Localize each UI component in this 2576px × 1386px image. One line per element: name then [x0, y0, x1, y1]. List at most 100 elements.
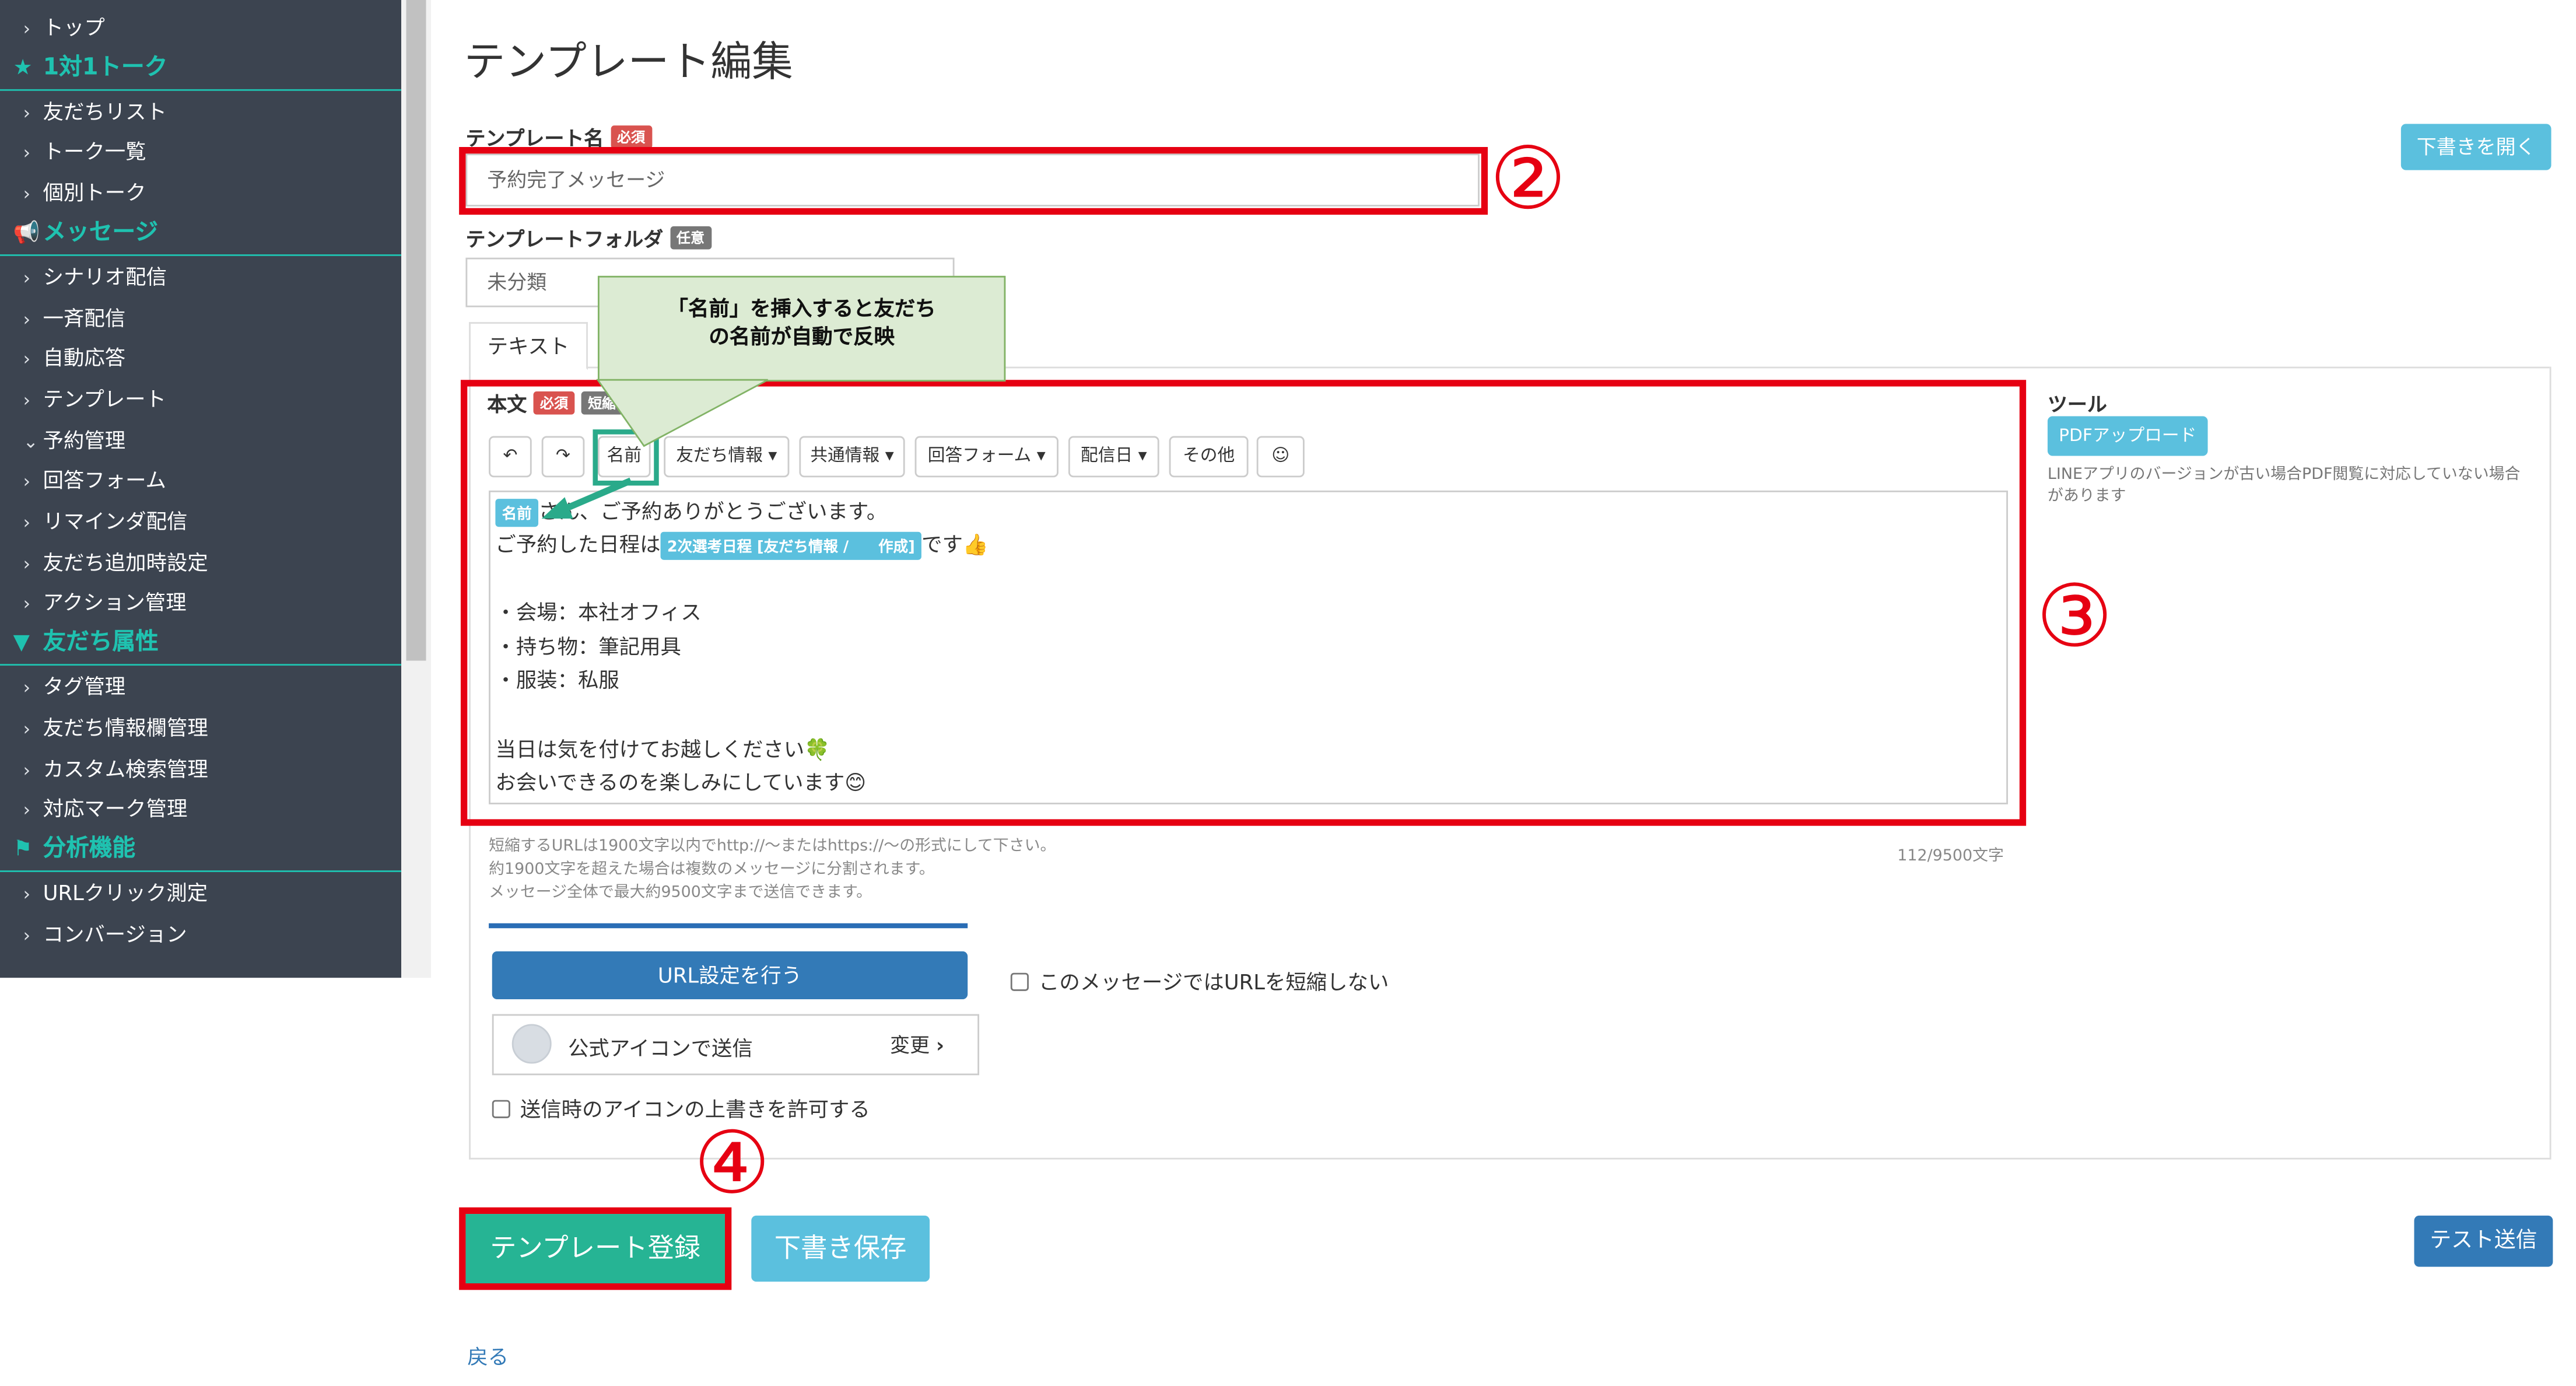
tab-text[interactable]: テキスト: [469, 322, 588, 370]
sidebar-section-label: 1対1トーク: [43, 54, 168, 80]
sidebar-section-1[interactable]: ★ 1対1トーク: [0, 44, 402, 90]
sidebar-item-label: 予約管理: [43, 427, 126, 452]
url-settings-button[interactable]: URL設定を行う: [492, 951, 968, 999]
open-draft-button[interactable]: 下書きを開く: [2400, 124, 2552, 170]
sidebar-item-label: アクション管理: [43, 590, 187, 615]
sidebar-scrollbar-thumb[interactable]: [406, 0, 426, 661]
chevron-right-icon: ›: [23, 883, 31, 905]
chevron-right-icon: ›: [935, 1034, 944, 1058]
allow-icon-override-option[interactable]: 送信時のアイコンの上書きを許可する: [492, 1092, 870, 1124]
sidebar-item-9[interactable]: › テンプレート: [0, 380, 401, 419]
sidebar-item-22[interactable]: › コンバージョン: [0, 914, 401, 954]
sidebar-section-15[interactable]: ▼ 友だち属性: [0, 620, 402, 666]
sidebar-item-10[interactable]: ⌄ 予約管理: [0, 421, 401, 460]
optional-badge: 任意: [670, 226, 712, 250]
note-1: 短縮するURLは1900文字以内でhttp://〜またはhttps://〜の形式…: [489, 837, 1056, 856]
sidebar-item-3[interactable]: › トーク一覧: [0, 133, 401, 173]
chevron-right-icon: ›: [23, 924, 31, 946]
chevron-right-icon: ›: [23, 102, 31, 124]
callout-tail: [596, 379, 769, 447]
avatar-icon: [511, 1024, 552, 1064]
sidebar-item-16[interactable]: › タグ管理: [0, 667, 401, 707]
chevron-right-icon: ›: [23, 759, 31, 780]
sidebar-item-4[interactable]: › 個別トーク: [0, 174, 401, 214]
register-template-button[interactable]: テンプレート登録: [465, 1214, 725, 1283]
required-badge: 必須: [610, 125, 652, 149]
marker-4: ④: [693, 1118, 771, 1213]
template-folder-label-text: テンプレートフォルダ: [465, 228, 664, 251]
tools-heading: ツール: [2047, 393, 2107, 416]
sidebar-item-label: リマインダ配信: [43, 509, 188, 534]
sidebar-item-label: トーク一覧: [43, 139, 146, 164]
sidebar-item-13[interactable]: › 友だち追加時設定: [0, 543, 401, 583]
no-shorten-label: このメッセージではURLを短縮しない: [1038, 970, 1389, 995]
pdf-upload-button[interactable]: PDFアップロード: [2047, 416, 2208, 456]
sidebar-item-6[interactable]: › シナリオ配信: [0, 257, 401, 297]
chevron-right-icon: ›: [23, 348, 31, 370]
test-send-button[interactable]: テスト送信: [2414, 1215, 2553, 1267]
sidebar-section-label: メッセージ: [43, 219, 159, 246]
sidebar-section-5[interactable]: 📢 メッセージ: [0, 209, 402, 256]
sidebar-item-label: テンプレート: [43, 386, 166, 411]
sidebar-item-19[interactable]: › 対応マーク管理: [0, 790, 401, 830]
sidebar-item-2[interactable]: › 友だちリスト: [0, 92, 401, 132]
chevron-right-icon: ›: [23, 389, 31, 411]
sidebar-item-label: 個別トーク: [43, 180, 146, 205]
sidebar-section-label: 分析機能: [43, 835, 136, 862]
megaphone-icon: 📢: [13, 220, 40, 246]
note-3: メッセージ全体で最大約9500文字まで送信できます。: [489, 883, 872, 902]
sidebar-item-label: トップ: [43, 15, 105, 40]
send-icon-label: 公式アイコンで送信: [568, 1035, 753, 1060]
sidebar-item-0[interactable]: › トップ: [0, 8, 401, 48]
allow-icon-override-checkbox[interactable]: [492, 1100, 510, 1118]
sidebar-item-21[interactable]: › URLクリック測定: [0, 874, 401, 914]
url-section-bar: [489, 923, 968, 929]
sidebar-item-18[interactable]: › カスタム検索管理: [0, 749, 401, 789]
sidebar-item-label: カスタム検索管理: [43, 755, 208, 780]
sidebar-item-11[interactable]: › 回答フォーム: [0, 461, 401, 501]
sidebar-item-label: シナリオ配信: [43, 264, 167, 289]
save-draft-button[interactable]: 下書き保存: [751, 1215, 930, 1282]
sidebar-section-20[interactable]: ⚑ 分析機能: [0, 825, 402, 872]
sidebar-item-7[interactable]: › 一斉配信: [0, 298, 401, 338]
sidebar-item-12[interactable]: › リマインダ配信: [0, 502, 401, 542]
sidebar-item-label: 自動応答: [43, 345, 126, 370]
sidebar-item-label: 対応マーク管理: [43, 796, 188, 821]
chevron-right-icon: ›: [23, 512, 31, 534]
flag-icon: ⚑: [13, 837, 33, 862]
change-link[interactable]: 変更 ›: [890, 1031, 944, 1059]
template-folder-label: テンプレートフォルダ 任意: [465, 225, 712, 253]
no-shorten-option[interactable]: このメッセージではURLを短縮しない: [1010, 965, 1389, 996]
callout-pointer: [541, 379, 769, 519]
char-count: 112/9500文字: [1897, 847, 2004, 866]
filter-icon: ▼: [13, 631, 30, 656]
sidebar-item-label: 回答フォーム: [43, 468, 166, 493]
sidebar-item-label: 友だちリスト: [43, 98, 167, 124]
chevron-right-icon: ›: [23, 677, 31, 699]
pdf-note: LINEアプリのバージョンが古い場合PDF閲覧に対応していない場合があります: [2047, 466, 2521, 506]
chevron-right-icon: ›: [23, 308, 31, 330]
change-link-text: 変更: [890, 1034, 930, 1058]
sidebar-item-14[interactable]: › アクション管理: [0, 584, 401, 624]
sidebar-item-label: URLクリック測定: [43, 880, 208, 905]
chevron-right-icon: ›: [23, 718, 31, 740]
sidebar-item-label: 友だち追加時設定: [43, 549, 208, 575]
star-icon: ★: [13, 55, 33, 80]
highlight-box-name: [459, 146, 1488, 215]
chevron-right-icon: ›: [23, 552, 31, 575]
sidebar-section-label: 友だち属性: [43, 629, 159, 656]
callout-box: 「名前」を挿入すると友だちの名前が自動で反映: [597, 275, 1006, 382]
marker-2: ②: [1489, 134, 1566, 228]
sidebar-item-label: コンバージョン: [43, 921, 187, 946]
marker-3: ③: [2036, 571, 2114, 666]
chevron-right-icon: ›: [23, 267, 31, 289]
arrow-line: [560, 477, 632, 514]
sidebar-item-17[interactable]: › 友だち情報欄管理: [0, 708, 401, 748]
back-link[interactable]: 戻る: [467, 1339, 509, 1371]
note-2: 約1900文字を超えた場合は複数のメッセージに分割されます。: [489, 860, 935, 879]
sidebar-item-label: タグ管理: [43, 674, 126, 699]
page-title: テンプレート編集: [464, 38, 793, 86]
sidebar-item-label: 一斉配信: [43, 304, 126, 330]
sidebar-item-8[interactable]: › 自動応答: [0, 339, 401, 379]
no-shorten-checkbox[interactable]: [1010, 972, 1029, 991]
